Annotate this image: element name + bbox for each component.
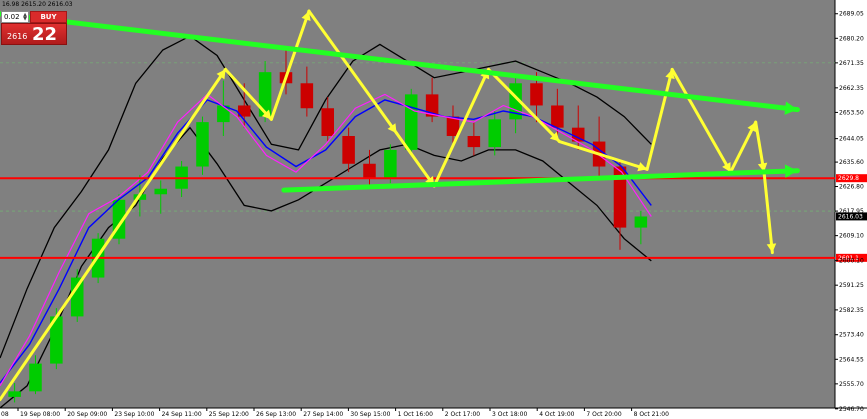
x-tick-label: 8 Oct 21:00	[634, 411, 669, 418]
one-click-trade-panel: 0.02 ▲ ▼ BUY 2616 22	[1, 11, 67, 45]
candle-body	[196, 122, 209, 167]
x-tick-label: 08	[1, 411, 9, 418]
x-tick-label: 7 Oct 20:00	[586, 411, 621, 418]
candle-body	[70, 277, 84, 317]
y-tick-label: 2689.05	[839, 11, 864, 18]
y-tick-label: 2644.05	[839, 136, 864, 143]
candle-body	[488, 119, 501, 148]
x-tick-label: 23 Sep 10:00	[114, 411, 154, 418]
y-tick-label: 2546.70	[839, 406, 864, 413]
candle-body	[384, 149, 397, 178]
price-pips: 22	[32, 24, 58, 45]
candle-body	[404, 94, 418, 150]
y-tick-label: 2617.95	[839, 208, 864, 215]
y-tick-label: 2671.35	[839, 60, 864, 67]
x-tick-label: 25 Sep 12:00	[209, 411, 249, 418]
y-tick-label: 2600.10	[839, 258, 864, 265]
candle-body	[8, 391, 21, 397]
price-prefix: 2616	[7, 32, 28, 41]
x-tick-label: 27 Sep 14:00	[303, 411, 343, 418]
lot-size-value: 0.02	[4, 13, 20, 21]
x-tick-label: 2 Oct 17:00	[445, 411, 480, 418]
candle-body	[29, 363, 42, 392]
candle-body	[363, 163, 376, 178]
candle-body	[154, 188, 167, 195]
ohlc-header: 16.98 2615.20 2616.03	[2, 1, 73, 8]
lot-size-field[interactable]: 0.02 ▲ ▼	[1, 11, 29, 23]
candle-body	[321, 108, 334, 136]
spinner-arrows-icon[interactable]: ▲ ▼	[23, 13, 27, 22]
y-tick-label: 2591.25	[839, 282, 864, 289]
y-tick-label: 2635.60	[839, 159, 864, 166]
x-tick-label: 26 Sep 13:00	[256, 411, 296, 418]
candle-body	[300, 83, 314, 109]
y-tick-label: 2573.40	[839, 332, 864, 339]
x-tick-label: 3 Oct 18:00	[492, 411, 527, 418]
candle-body	[530, 83, 543, 106]
y-tick-label: 2680.20	[839, 35, 864, 42]
y-tick-label: 2662.35	[839, 85, 864, 92]
y-tick-label: 2653.50	[839, 109, 864, 116]
candle-body	[342, 136, 355, 164]
x-tick-label: 4 Oct 19:00	[539, 411, 574, 418]
y-tick-label: 2555.70	[839, 381, 864, 388]
x-tick-label: 30 Sep 15:00	[350, 411, 390, 418]
price-chart: 2629.82601.12616.03 2689.052680.202671.3…	[0, 0, 867, 419]
y-tick-label: 2564.55	[839, 356, 864, 363]
buy-button[interactable]: BUY	[30, 11, 67, 23]
candle-body	[634, 216, 648, 228]
chart-container: 2629.8 2601.1 2616.03 2689.05 2680.20 2671.3…	[0, 0, 867, 419]
x-tick-label: 24 Sep 11:00	[162, 411, 202, 418]
y-tick-label: 2609.10	[839, 233, 864, 240]
x-tick-label: 19 Sep 08:00	[20, 411, 60, 418]
x-tick-label: 1 Oct 16:00	[398, 411, 433, 418]
ask-price-display[interactable]: 2616 22	[1, 23, 67, 45]
candle-body	[551, 105, 564, 128]
y-tick-label: 2582.35	[839, 307, 864, 314]
x-tick-label: 20 Sep 09:00	[67, 411, 107, 418]
candle-body	[467, 136, 481, 148]
y-tick-label: 2626.80	[839, 184, 864, 191]
level-price-label: 2629.8	[838, 175, 859, 182]
